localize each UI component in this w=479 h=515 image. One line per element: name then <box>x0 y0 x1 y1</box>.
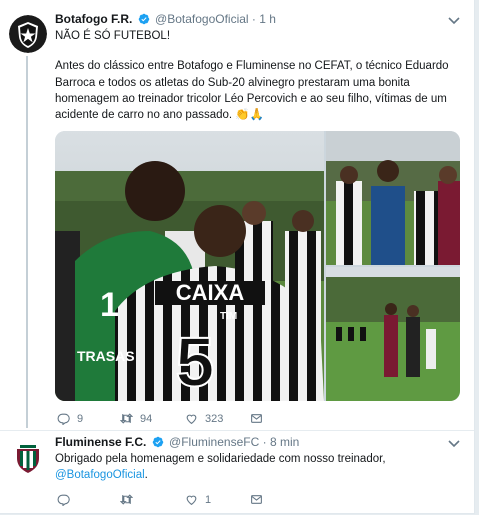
like-action[interactable]: 323 <box>185 412 223 425</box>
heart-icon <box>186 414 197 425</box>
like-count: 323 <box>205 412 224 425</box>
jersey-number-back: 5 <box>176 323 215 401</box>
direct-message-action[interactable] <box>250 493 263 506</box>
direct-message-action[interactable] <box>250 412 263 425</box>
reply-user-handle[interactable]: @FluminenseFC <box>169 435 259 449</box>
reply-tweet-actions: 1 <box>57 493 297 507</box>
user-handle[interactable]: @BotafogoOficial <box>155 12 249 26</box>
tweet-divider <box>0 430 474 431</box>
retweet-icon <box>120 494 133 505</box>
fluminense-avatar[interactable] <box>9 438 47 476</box>
retweet-icon <box>120 413 133 424</box>
reply-action[interactable]: 9 <box>57 412 83 425</box>
tweet-header: Botafogo F.R. @BotafogoOficial · 1 h <box>55 12 276 27</box>
tweet-media-grid[interactable]: CAIXA 5 TIM 1 TRASAS <box>55 131 460 401</box>
reply-icon <box>57 413 70 425</box>
separator-dot: · <box>251 12 256 26</box>
retweet-action[interactable] <box>120 493 140 506</box>
reply-tweet-header: Fluminense F.C. @FluminenseFC · 8 min <box>55 435 299 450</box>
emoji-clap-pray: 👏🙏 <box>235 109 264 121</box>
reply-timestamp[interactable]: 8 min <box>270 435 299 449</box>
reply-text-line-2: @BotafogoOficial. <box>55 467 148 483</box>
heart-icon <box>186 495 197 506</box>
tweet-text-line-1: NÃO É SÓ FUTEBOL! <box>55 30 171 42</box>
retweet-count: 94 <box>140 412 153 425</box>
tweet-text-line-4: Barroca e todos os atletas do Sub-20 alv… <box>55 77 410 89</box>
timeline-card: Botafogo F.R. @BotafogoOficial · 1 h NÃO… <box>0 0 475 514</box>
mention-suffix: . <box>144 469 148 481</box>
reply-text-line-1: Obrigado pela homenagem e solidariedade … <box>55 453 386 465</box>
envelope-icon <box>251 495 262 504</box>
tweet-text-line-6: acidente de carro no ano passado. 👏🙏 <box>55 107 264 123</box>
botafogo-avatar[interactable] <box>9 15 47 53</box>
media-photo-main[interactable]: CAIXA 5 TIM 1 TRASAS <box>55 131 324 401</box>
retweet-action[interactable]: 94 <box>120 412 152 425</box>
chevron-down-icon[interactable] <box>447 439 461 449</box>
reply-count: 9 <box>77 412 84 425</box>
mention-link[interactable]: @BotafogoOficial <box>55 469 145 481</box>
tweet-text-line-5: homenagem ao treinador tricolor Léo Perc… <box>55 93 447 105</box>
verified-badge-icon <box>138 13 149 25</box>
tweet-text-line-6-text: acidente de carro no ano passado. <box>55 109 233 121</box>
thread-connector-line <box>26 56 28 428</box>
like-count: 1 <box>205 493 212 506</box>
chevron-down-icon[interactable] <box>447 16 461 26</box>
tweet-text-line-3: Antes do clássico entre Botafogo e Flumi… <box>55 60 449 72</box>
separator-dot: · <box>262 435 267 449</box>
jersey-side-text: TRASAS <box>77 348 135 364</box>
jersey-number-side: 1 <box>100 286 119 324</box>
reply-icon <box>57 494 70 506</box>
envelope-icon <box>251 414 262 423</box>
tweet-actions: 9 94 323 <box>57 412 297 426</box>
media-photo-bottom-right[interactable] <box>326 267 460 401</box>
jersey-sponsor-text: CAIXA <box>176 280 245 305</box>
like-action[interactable]: 1 <box>185 493 211 506</box>
jersey-brand-text: TIM <box>220 311 237 322</box>
tweet-timestamp[interactable]: 1 h <box>259 12 276 26</box>
display-name[interactable]: Botafogo F.R. <box>55 12 132 26</box>
verified-badge-icon <box>152 436 163 448</box>
reply-action[interactable] <box>57 493 77 506</box>
media-photo-top-right[interactable] <box>326 131 460 265</box>
reply-display-name[interactable]: Fluminense F.C. <box>55 435 146 449</box>
